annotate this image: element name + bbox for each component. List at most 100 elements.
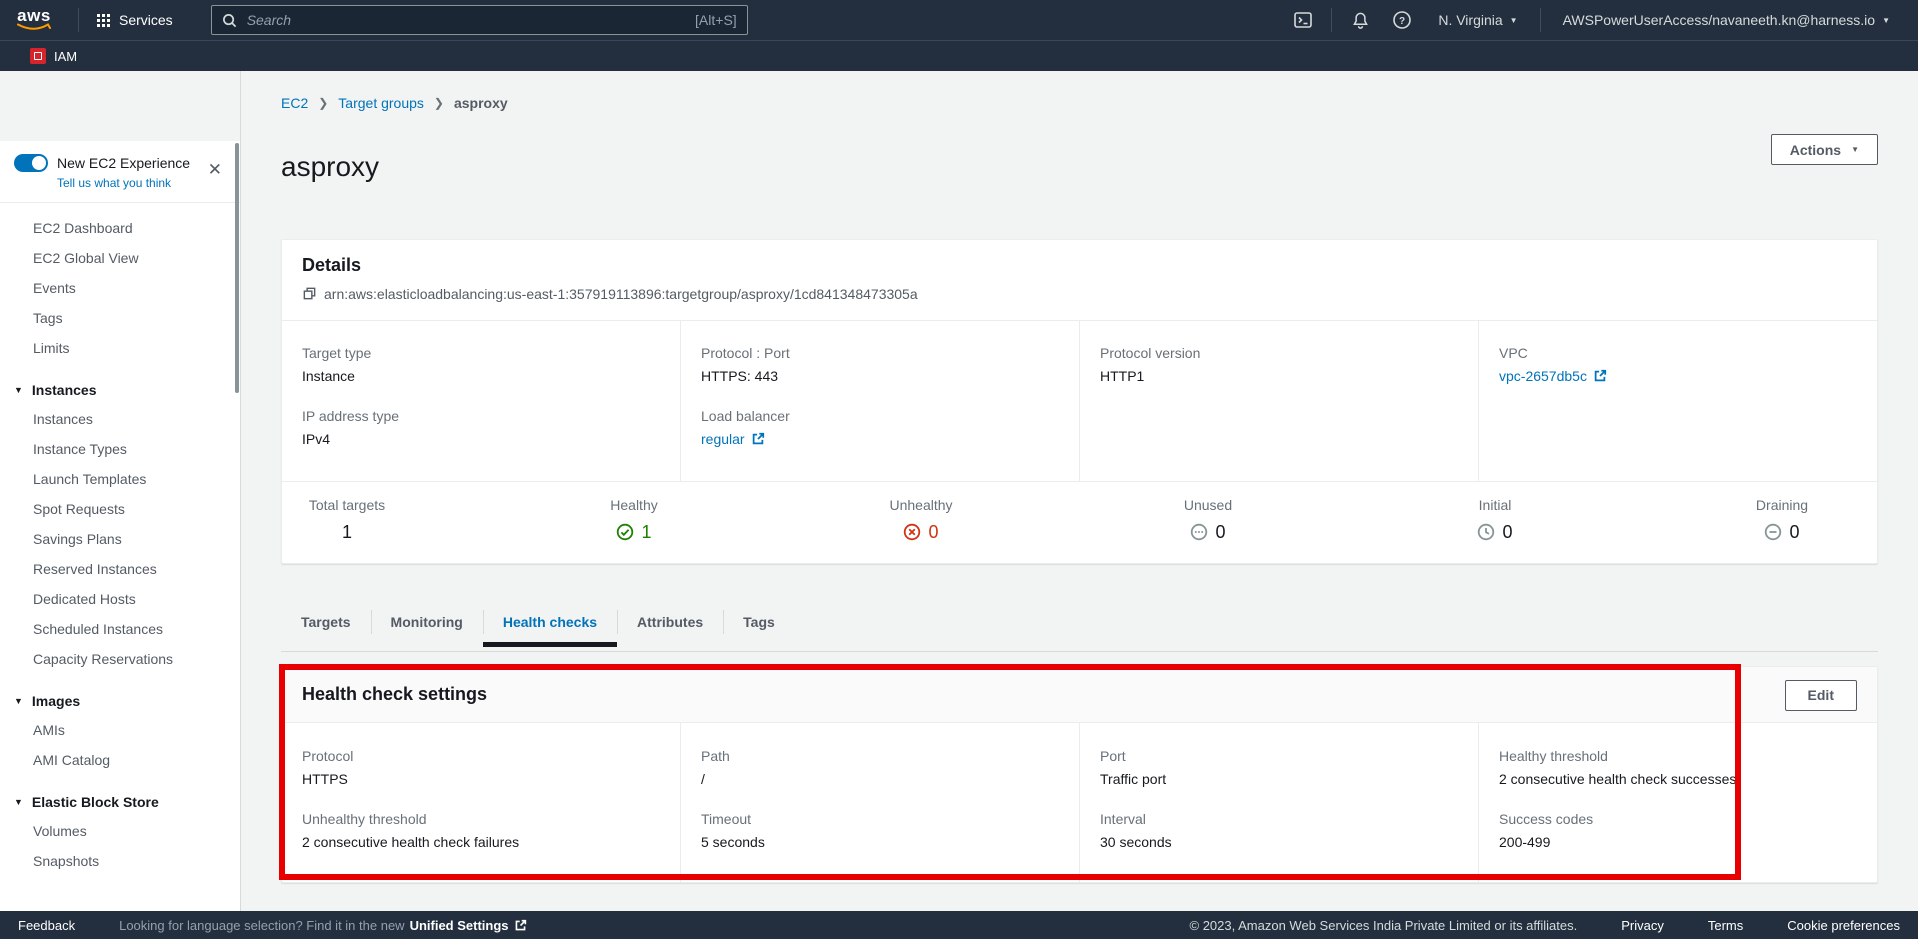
breadcrumb-ec2[interactable]: EC2 — [281, 95, 308, 111]
notifications-button[interactable] — [1342, 0, 1378, 40]
tab-tags[interactable]: Tags — [723, 603, 795, 641]
sidebar-item-ec2-global-view[interactable]: EC2 Global View — [0, 243, 240, 273]
target-group-arn: arn:aws:elasticloadbalancing:us-east-1:3… — [324, 286, 918, 302]
page-title: asproxy — [281, 151, 379, 183]
breadcrumb-target-groups[interactable]: Target groups — [338, 95, 424, 111]
feedback-link[interactable]: Feedback — [18, 918, 75, 933]
sidebar-item-instances[interactable]: Instances — [0, 404, 240, 434]
sidebar-item-tags[interactable]: Tags — [0, 303, 240, 333]
recent-service-iam[interactable]: IAM — [30, 48, 77, 64]
unified-settings-link[interactable]: Unified Settings — [410, 918, 509, 933]
region-selector[interactable]: N. Virginia ▼ — [1426, 0, 1529, 40]
load-balancer-link[interactable]: regular — [701, 431, 745, 447]
sidebar-nav: EC2 Dashboard EC2 Global View Events Tag… — [0, 203, 240, 876]
sidebar-item-dedicated-hosts[interactable]: Dedicated Hosts — [0, 584, 240, 614]
initial-count: 0 — [1502, 522, 1512, 543]
hc-protocol-value: HTTPS — [302, 771, 660, 787]
sidebar-panel: New EC2 Experience Tell us what you thin… — [0, 141, 240, 911]
sidebar-item-launch-templates[interactable]: Launch Templates — [0, 464, 240, 494]
tab-bar-divider — [281, 651, 1878, 652]
metric-total-targets: Total targets 1 — [304, 497, 390, 543]
sidebar-item-reserved-instances[interactable]: Reserved Instances — [0, 554, 240, 584]
language-selection-note: Looking for language selection? Find it … — [119, 918, 526, 933]
field-label: Healthy threshold — [1499, 748, 1857, 764]
sidebar-section-elastic-block-store[interactable]: ▼ Elastic Block Store — [0, 788, 240, 816]
notifications-bell-icon — [1351, 11, 1370, 30]
top-navigation: aws Services [Alt+S] — [0, 0, 1918, 71]
breadcrumb-chevron-icon: ❯ — [318, 96, 328, 110]
sidebar-section-instances[interactable]: ▼ Instances — [0, 376, 240, 404]
help-icon: ? — [1392, 10, 1412, 30]
metric-label: Draining — [1739, 497, 1825, 513]
ip-address-type-value: IPv4 — [302, 431, 660, 447]
sidebar: New EC2 Experience Tell us what you thin… — [0, 71, 241, 911]
field-label: Load balancer — [701, 408, 1059, 424]
banner-title: New EC2 Experience — [57, 155, 190, 171]
search-icon — [222, 13, 237, 28]
nav-divider — [78, 8, 79, 32]
metric-label: Unhealthy — [878, 497, 964, 513]
section-caret-icon: ▼ — [14, 696, 23, 706]
tab-attributes[interactable]: Attributes — [617, 603, 723, 641]
sidebar-item-scheduled-instances[interactable]: Scheduled Instances — [0, 614, 240, 644]
search-input[interactable] — [245, 11, 687, 29]
sidebar-scrollbar[interactable] — [235, 143, 239, 393]
iam-service-icon — [30, 48, 46, 64]
cloudshell-button[interactable] — [1285, 0, 1321, 40]
sidebar-item-snapshots[interactable]: Snapshots — [0, 846, 240, 876]
tab-targets[interactable]: Targets — [281, 603, 371, 641]
close-icon[interactable]: ✕ — [208, 161, 222, 178]
healthy-count: 1 — [641, 522, 651, 543]
caret-down-icon: ▼ — [1882, 16, 1890, 25]
sidebar-item-volumes[interactable]: Volumes — [0, 816, 240, 846]
caret-down-icon: ▼ — [1510, 16, 1518, 25]
field-label: VPC — [1499, 345, 1857, 361]
healthy-icon — [616, 523, 634, 541]
field-label: Timeout — [701, 811, 1059, 827]
privacy-link[interactable]: Privacy — [1621, 918, 1664, 933]
cookie-preferences-link[interactable]: Cookie preferences — [1787, 918, 1900, 933]
sidebar-item-savings-plans[interactable]: Savings Plans — [0, 524, 240, 554]
global-search-box[interactable]: [Alt+S] — [211, 5, 748, 35]
details-heading: Details — [302, 255, 1857, 276]
section-label: Instances — [32, 382, 97, 398]
aws-console-screen: aws Services [Alt+S] — [0, 0, 1918, 939]
sidebar-item-amis[interactable]: AMIs — [0, 715, 240, 745]
terms-link[interactable]: Terms — [1708, 918, 1743, 933]
aws-logo[interactable]: aws — [16, 8, 52, 32]
target-counts-row: Total targets 1 Healthy 1 Unhealthy 0 — [282, 481, 1877, 563]
services-menu-button[interactable]: Services — [83, 0, 187, 40]
vpc-link[interactable]: vpc-2657db5c — [1499, 368, 1587, 384]
sidebar-item-ec2-dashboard[interactable]: EC2 Dashboard — [0, 213, 240, 243]
actions-button[interactable]: Actions ▼ — [1771, 134, 1878, 165]
unhealthy-count: 0 — [928, 522, 938, 543]
tab-monitoring[interactable]: Monitoring — [371, 603, 483, 641]
field-label: Protocol version — [1100, 345, 1458, 361]
sidebar-item-ami-catalog[interactable]: AMI Catalog — [0, 745, 240, 775]
tell-us-link[interactable]: Tell us what you think — [57, 176, 226, 190]
field-label: IP address type — [302, 408, 660, 424]
sidebar-item-limits[interactable]: Limits — [0, 333, 240, 363]
external-link-icon — [1593, 369, 1607, 383]
sidebar-item-instance-types[interactable]: Instance Types — [0, 434, 240, 464]
copy-arn-button[interactable] — [302, 286, 317, 301]
search-shortcut-hint: [Alt+S] — [695, 12, 737, 28]
health-check-settings-heading: Health check settings — [302, 684, 487, 705]
metric-label: Initial — [1452, 497, 1538, 513]
sidebar-section-images[interactable]: ▼ Images — [0, 687, 240, 715]
metric-healthy: Healthy 1 — [591, 497, 677, 543]
sidebar-item-capacity-reservations[interactable]: Capacity Reservations — [0, 644, 240, 674]
tab-health-checks[interactable]: Health checks — [483, 603, 617, 641]
account-menu[interactable]: AWSPowerUserAccess/navaneeth.kn@harness.… — [1551, 0, 1902, 40]
new-ec2-experience-toggle[interactable] — [14, 154, 48, 172]
unused-count: 0 — [1215, 522, 1225, 543]
external-link-icon — [514, 919, 527, 932]
sidebar-item-spot-requests[interactable]: Spot Requests — [0, 494, 240, 524]
hc-unhealthy-threshold-value: 2 consecutive health check failures — [302, 834, 660, 850]
help-button[interactable]: ? — [1384, 0, 1420, 40]
metric-unhealthy: Unhealthy 0 — [878, 497, 964, 543]
sidebar-item-events[interactable]: Events — [0, 273, 240, 303]
details-fields: Target type Instance IP address type IPv… — [282, 320, 1877, 481]
hc-timeout-value: 5 seconds — [701, 834, 1059, 850]
edit-button[interactable]: Edit — [1785, 680, 1857, 711]
